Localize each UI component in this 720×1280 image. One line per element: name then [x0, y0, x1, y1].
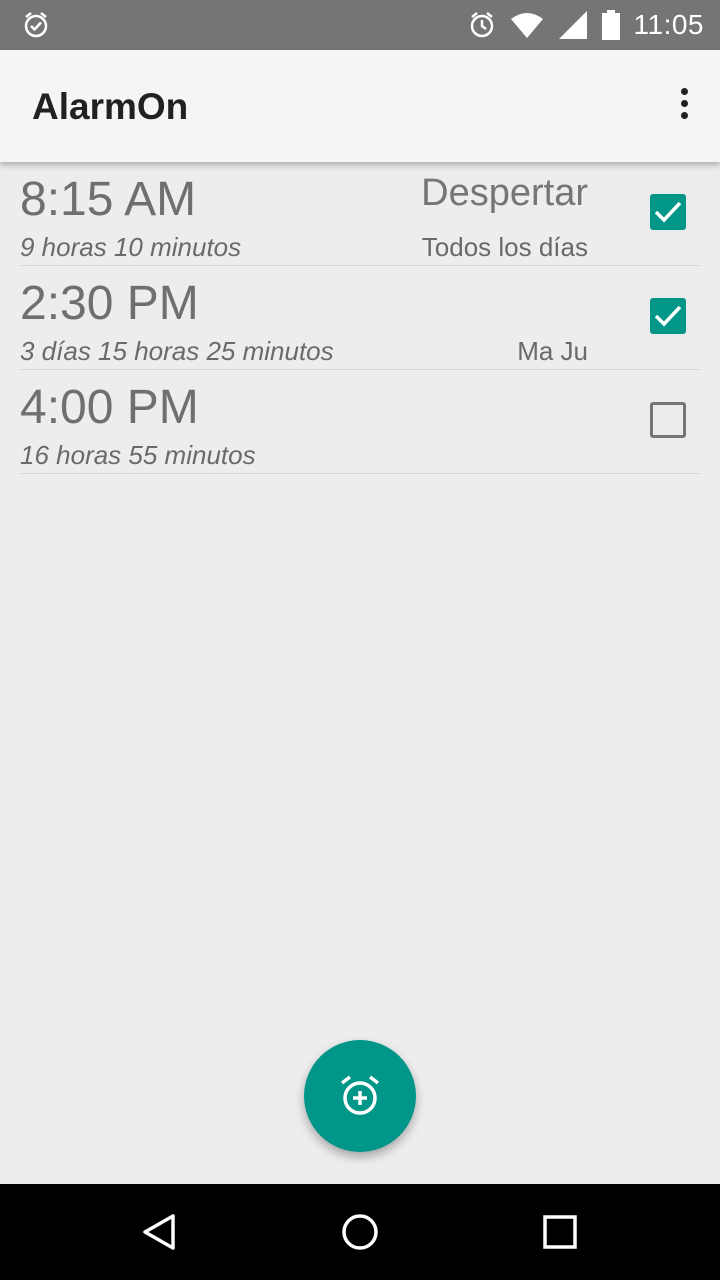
alarm-label: Despertar	[421, 172, 588, 214]
alarm-enabled-checkbox[interactable]	[650, 194, 686, 230]
alarm-remaining: 9 horas 10 minutos	[20, 232, 242, 262]
alarm-remaining: 16 horas 55 minutos	[20, 440, 256, 470]
battery-icon	[601, 10, 620, 40]
alarm-time: 2:30 PM	[20, 277, 199, 330]
recents-icon[interactable]	[540, 1212, 580, 1252]
alarm-time: 4:00 PM	[20, 381, 199, 434]
checkmark-icon	[654, 201, 682, 223]
alarm-list: 8:15 AM 9 horas 10 minutos Despertar Tod…	[20, 162, 700, 474]
alarm-clock-icon	[470, 12, 493, 38]
overflow-menu-icon[interactable]	[676, 88, 692, 124]
alarm-remaining: 3 días 15 horas 25 minutos	[20, 336, 334, 366]
back-icon[interactable]	[140, 1212, 180, 1252]
home-icon[interactable]	[340, 1212, 380, 1252]
alarm-enabled-checkbox[interactable]	[650, 298, 686, 334]
alarm-days: Todos los días	[421, 232, 588, 262]
app-bar: AlarmOn	[0, 50, 720, 162]
alarm-row[interactable]: 2:30 PM 3 días 15 horas 25 minutos Ma Ju	[20, 266, 700, 370]
alarm-enabled-checkbox[interactable]	[650, 402, 686, 438]
checkmark-icon	[654, 305, 682, 327]
navigation-bar	[0, 1184, 720, 1280]
app-title: AlarmOn	[32, 86, 189, 127]
add-alarm-button[interactable]	[304, 1040, 416, 1152]
signal-icon	[558, 11, 587, 39]
alarm-row[interactable]: 4:00 PM 16 horas 55 minutos	[20, 370, 700, 474]
add-alarm-icon	[340, 1075, 380, 1115]
status-time: 11:05	[633, 9, 704, 40]
alarm-icon	[24, 12, 48, 38]
alarm-row[interactable]: 8:15 AM 9 horas 10 minutos Despertar Tod…	[20, 162, 700, 266]
status-bar: 11:05	[0, 0, 720, 50]
alarm-time: 8:15 AM	[20, 173, 197, 226]
wifi-icon	[510, 13, 543, 38]
alarm-days: Ma Ju	[517, 336, 588, 366]
